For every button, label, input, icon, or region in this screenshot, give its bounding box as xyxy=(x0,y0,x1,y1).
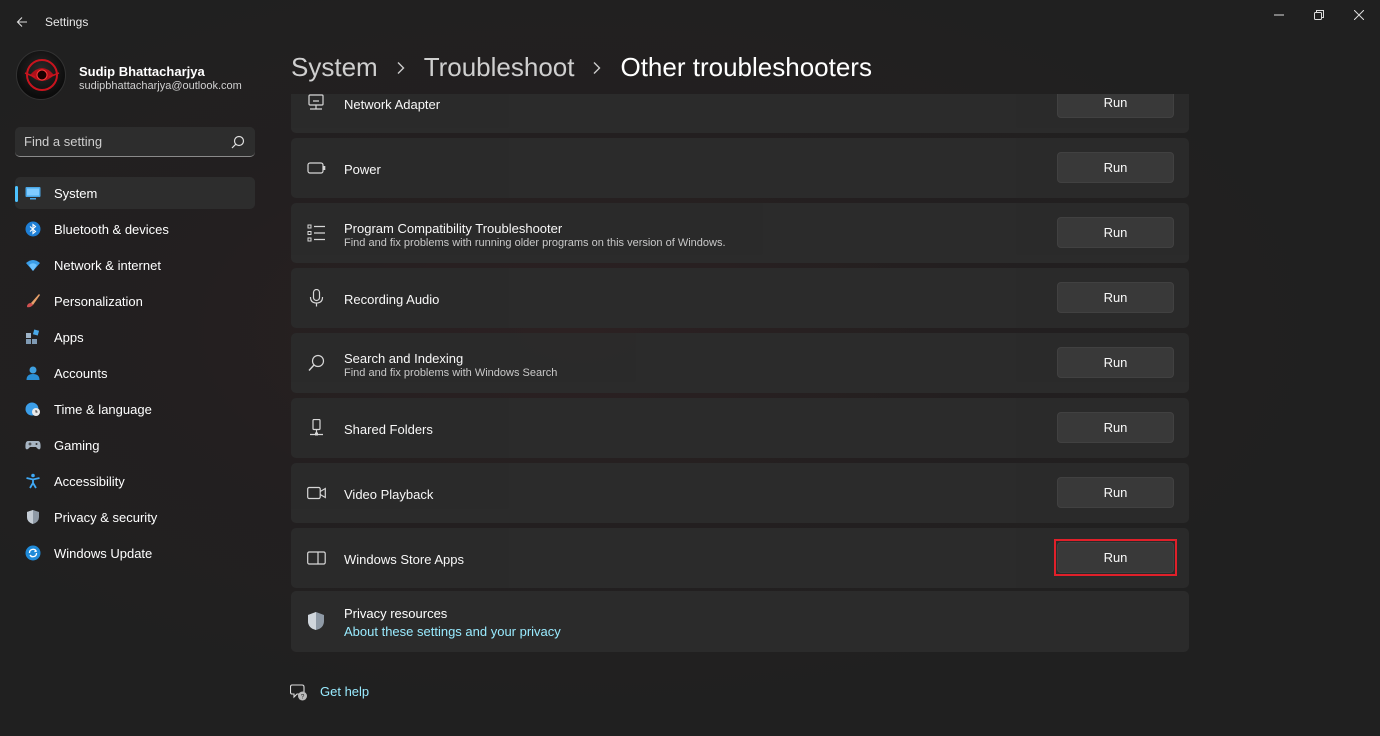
chevron-right-icon xyxy=(396,61,406,75)
run-button-network-adapter[interactable]: Run xyxy=(1057,94,1174,118)
shield-icon xyxy=(27,510,39,524)
globe-clock-icon xyxy=(25,402,40,416)
breadcrumb-troubleshoot[interactable]: Troubleshoot xyxy=(424,52,575,83)
troubleshooter-title: Search and Indexing xyxy=(344,351,464,366)
run-button-program-compatibility[interactable]: Run xyxy=(1057,217,1174,248)
troubleshooter-video-playback: Video Playback Run xyxy=(291,463,1189,523)
run-button-search-indexing[interactable]: Run xyxy=(1057,347,1174,378)
sidebar-item-label: Network & internet xyxy=(54,258,161,273)
breadcrumb-system[interactable]: System xyxy=(291,52,378,83)
troubleshooter-windows-store-apps: Windows Store Apps Run xyxy=(291,528,1189,588)
troubleshooter-title: Network Adapter xyxy=(344,97,441,112)
person-icon xyxy=(26,366,40,380)
system-icon xyxy=(25,187,41,200)
sidebar-item-label: Time & language xyxy=(54,402,152,417)
troubleshooter-title: Windows Store Apps xyxy=(344,552,464,567)
back-arrow-icon xyxy=(16,17,27,27)
sidebar-item-network[interactable]: Network & internet xyxy=(15,249,255,281)
troubleshooter-list: Network Adapter Run Power Run Program Co… xyxy=(291,94,1190,664)
search-icon xyxy=(308,354,325,371)
accessibility-icon xyxy=(26,473,40,489)
sidebar-item-accounts[interactable]: Accounts xyxy=(15,357,255,389)
help-chat-icon[interactable]: ? xyxy=(290,683,308,701)
list-icon xyxy=(307,224,325,242)
chevron-right-icon xyxy=(592,61,602,75)
sidebar-item-system[interactable]: System xyxy=(15,177,255,209)
run-button-power[interactable]: Run xyxy=(1057,152,1174,183)
troubleshooter-title: Recording Audio xyxy=(344,292,440,307)
troubleshooter-recording-audio: Recording Audio Run xyxy=(291,268,1189,328)
troubleshooter-title: Power xyxy=(344,162,381,177)
page-title: Other troubleshooters xyxy=(620,52,872,82)
minimize-icon xyxy=(1274,14,1284,16)
troubleshooter-power: Power Run xyxy=(291,138,1189,198)
sidebar-item-apps[interactable]: Apps xyxy=(15,321,255,353)
apps-icon xyxy=(26,329,40,344)
sidebar-item-bluetooth[interactable]: Bluetooth & devices xyxy=(15,213,255,245)
sidebar-item-accessibility[interactable]: Accessibility xyxy=(15,465,255,497)
video-camera-icon xyxy=(307,486,326,500)
run-button-windows-store-apps[interactable]: Run xyxy=(1057,542,1174,573)
gigabyte-logo-icon xyxy=(24,59,60,91)
restore-icon xyxy=(1314,10,1324,20)
title-bar: Settings xyxy=(0,0,1380,44)
troubleshooter-title: Shared Folders xyxy=(344,422,433,437)
run-button-video-playback[interactable]: Run xyxy=(1057,477,1174,508)
search-box[interactable] xyxy=(15,127,255,157)
sidebar-item-label: Privacy & security xyxy=(54,510,158,525)
brush-icon xyxy=(27,294,40,308)
privacy-settings-link[interactable]: About these settings and your privacy xyxy=(344,624,561,639)
user-email: sudipbhattacharjya@outlook.com xyxy=(79,80,242,92)
sidebar-item-privacy-security[interactable]: Privacy & security xyxy=(15,501,255,533)
run-button-recording-audio[interactable]: Run xyxy=(1057,282,1174,313)
sidebar-item-gaming[interactable]: Gaming xyxy=(15,429,255,461)
sidebar-item-personalization[interactable]: Personalization xyxy=(15,285,255,317)
wifi-icon xyxy=(26,260,40,271)
shield-icon xyxy=(308,612,324,630)
sidebar-item-label: Bluetooth & devices xyxy=(54,222,169,237)
sidebar-item-label: Apps xyxy=(54,330,84,345)
run-button-shared-folders[interactable]: Run xyxy=(1057,412,1174,443)
sidebar-item-label: Gaming xyxy=(54,438,100,453)
gamepad-icon xyxy=(25,441,41,450)
troubleshooter-description: Find and fix problems with Windows Searc… xyxy=(344,367,558,379)
troubleshooter-search-indexing: Search and Indexing Find and fix problem… xyxy=(291,333,1189,393)
troubleshooter-program-compatibility: Program Compatibility Troubleshooter Fin… xyxy=(291,203,1189,263)
breadcrumb: System Troubleshoot Other troubleshooter… xyxy=(291,52,872,83)
privacy-resources-title: Privacy resources xyxy=(344,606,448,621)
troubleshooter-title: Program Compatibility Troubleshooter xyxy=(344,221,563,236)
user-name: Sudip Bhattacharjya xyxy=(79,64,205,79)
store-apps-icon xyxy=(307,551,326,565)
troubleshooter-network-adapter: Network Adapter Run xyxy=(291,94,1189,133)
get-help-link[interactable]: Get help xyxy=(320,684,369,699)
microphone-icon xyxy=(309,289,324,307)
svg-text:?: ? xyxy=(301,694,305,701)
update-icon xyxy=(25,545,41,561)
network-adapter-icon xyxy=(308,94,324,110)
sidebar-item-label: Windows Update xyxy=(54,546,153,561)
sidebar-item-label: Personalization xyxy=(54,294,143,309)
close-button[interactable] xyxy=(1336,0,1380,30)
shared-folder-icon xyxy=(310,419,323,436)
search-input[interactable] xyxy=(24,134,224,149)
bluetooth-icon xyxy=(25,221,41,237)
sidebar-item-windows-update[interactable]: Windows Update xyxy=(15,537,255,569)
privacy-resources-card: Privacy resources About these settings a… xyxy=(291,591,1189,652)
app-title: Settings xyxy=(45,15,89,29)
troubleshooter-shared-folders: Shared Folders Run xyxy=(291,398,1189,458)
sidebar-item-time-language[interactable]: Time & language xyxy=(15,393,255,425)
battery-icon xyxy=(307,162,326,174)
search-icon[interactable] xyxy=(231,135,245,149)
sidebar-item-label: System xyxy=(54,186,98,201)
back-button[interactable] xyxy=(10,10,34,34)
sidebar-item-label: Accounts xyxy=(54,366,108,381)
troubleshooter-description: Find and fix problems with running older… xyxy=(344,237,726,249)
sidebar-item-label: Accessibility xyxy=(54,474,125,489)
troubleshooter-title: Video Playback xyxy=(344,487,434,502)
avatar[interactable] xyxy=(16,50,66,100)
close-icon xyxy=(1354,10,1364,20)
